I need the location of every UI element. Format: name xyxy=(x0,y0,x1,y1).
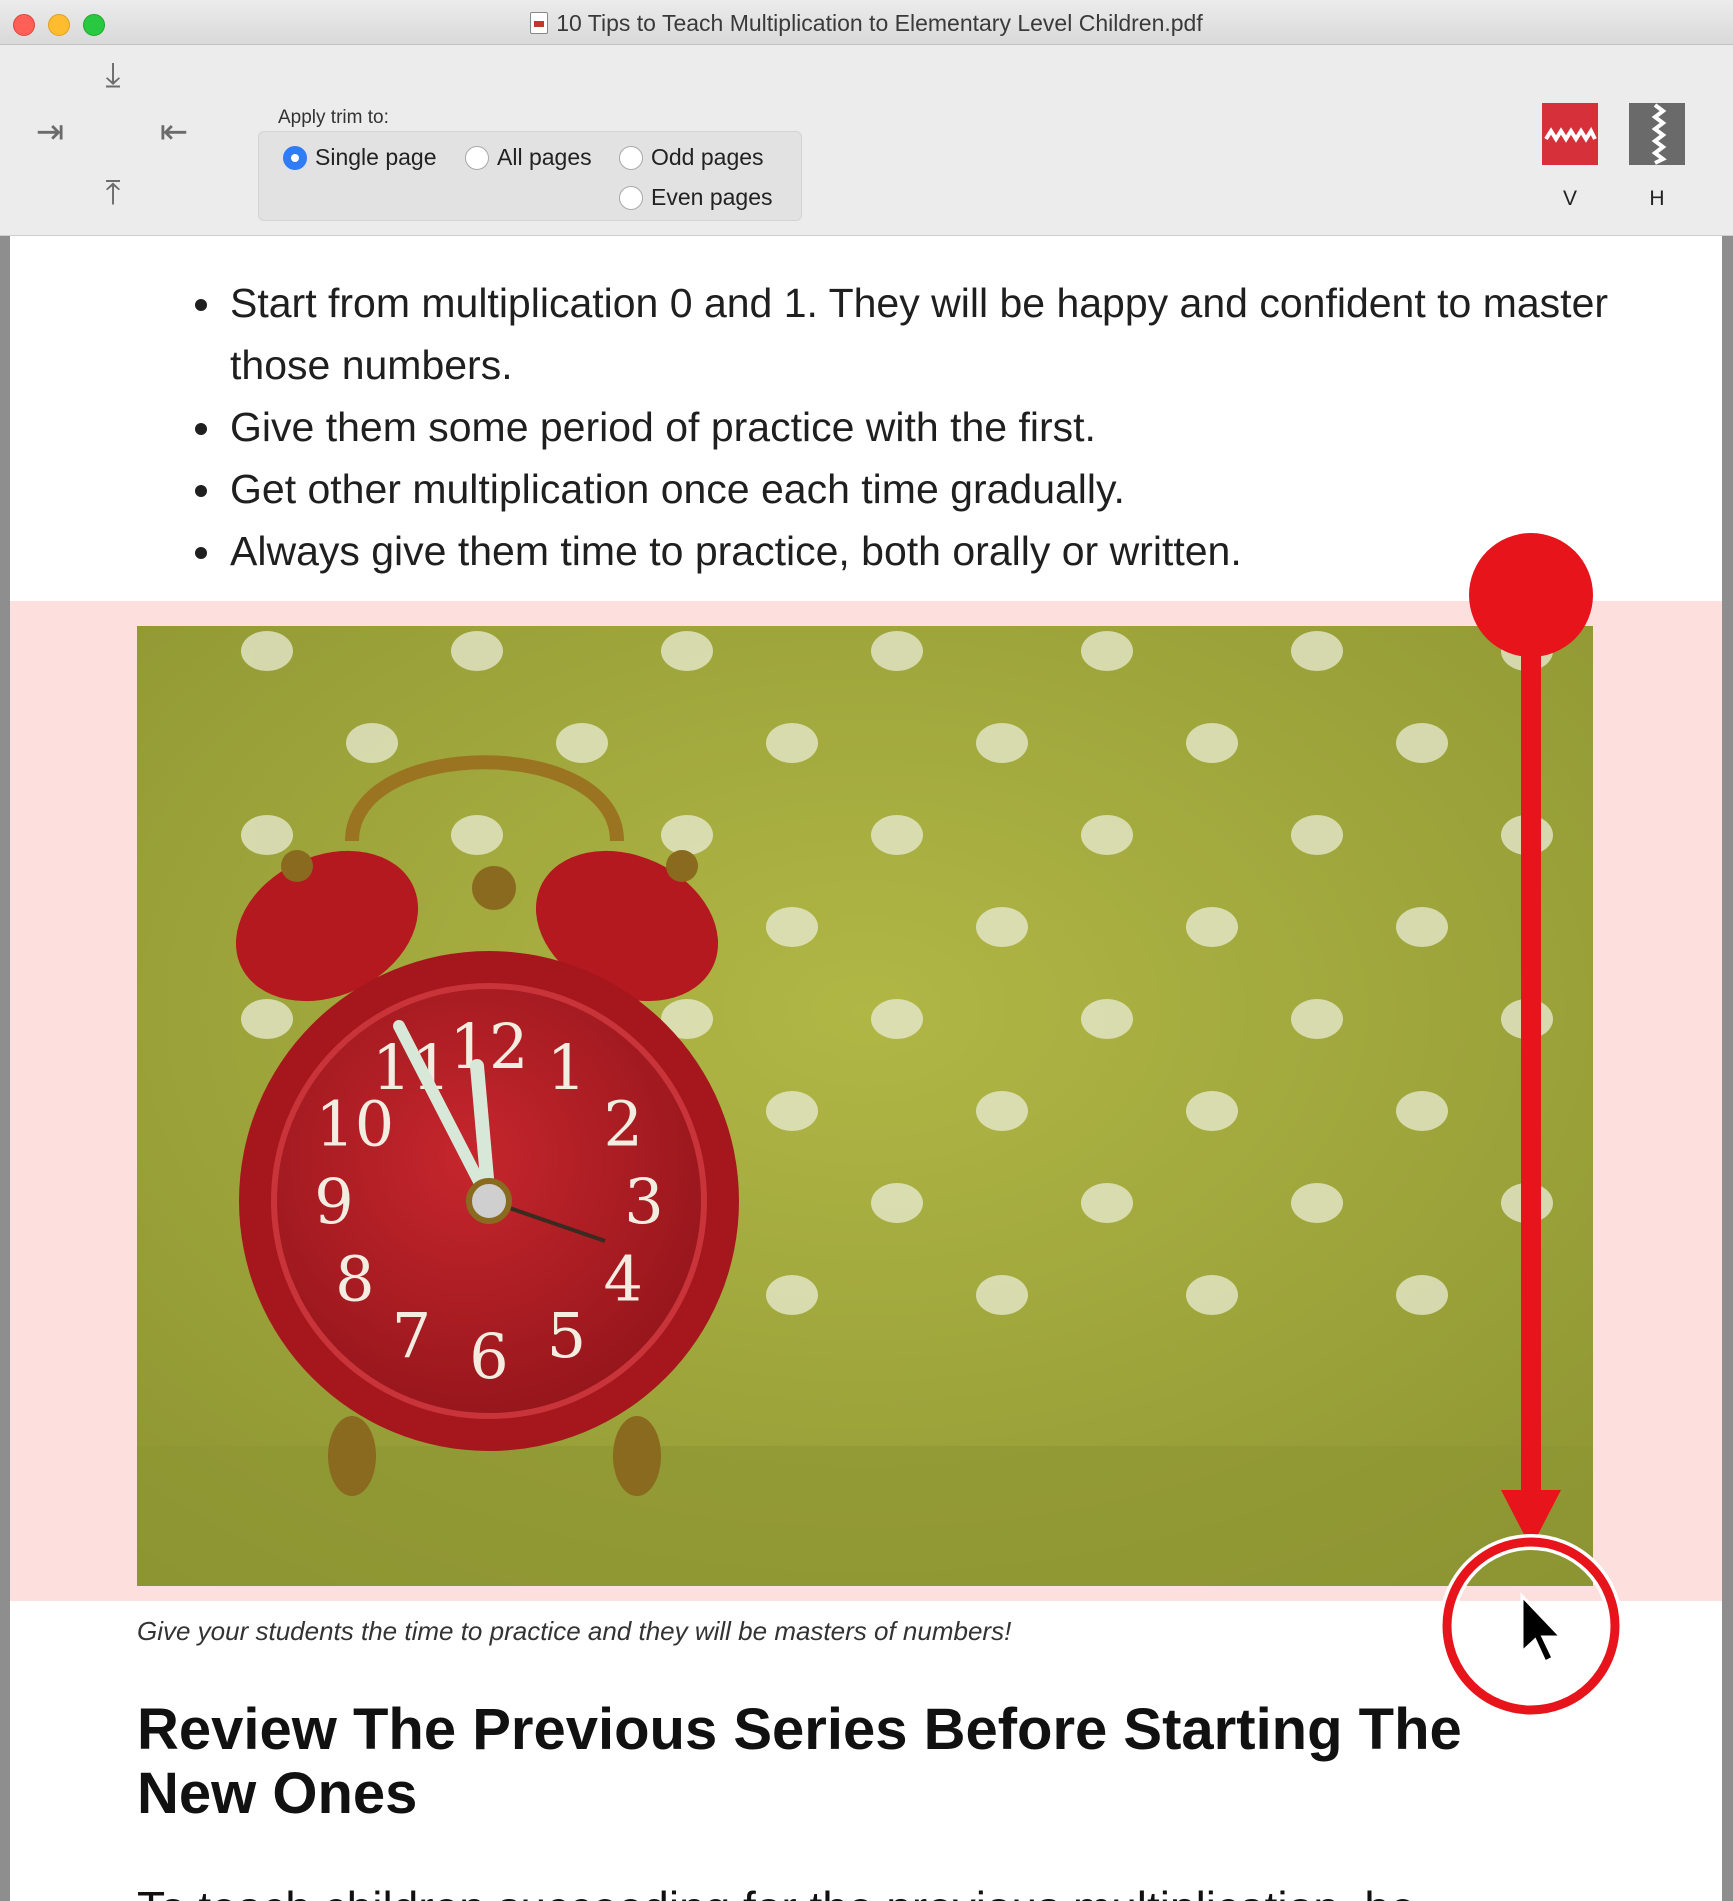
radio-unselected-icon xyxy=(619,145,643,170)
polka-dot xyxy=(766,907,818,947)
trim-bottom-edge-icon[interactable]: ⤒ xyxy=(89,169,137,217)
trim-left-edge-icon[interactable]: ⇥ xyxy=(26,108,74,156)
radio-label: Even pages xyxy=(651,184,773,210)
list-item: Always give them time to practice, both … xyxy=(226,520,1626,582)
list-item: Start from multiplication 0 and 1. They … xyxy=(226,272,1626,396)
polka-dot xyxy=(661,815,713,855)
polka-dot xyxy=(1291,1183,1343,1223)
polka-dot xyxy=(1186,1091,1238,1131)
clock-numeral: 3 xyxy=(624,1165,663,1238)
polka-dot xyxy=(871,631,923,671)
section-heading: Review The Previous Series Before Starti… xyxy=(137,1697,1462,1826)
clock-numeral: 1 xyxy=(547,1031,586,1104)
radio-single-page[interactable]: Single page xyxy=(283,144,437,171)
polka-dot xyxy=(1186,907,1238,947)
polka-dot xyxy=(1501,815,1553,855)
radio-unselected-icon xyxy=(465,145,489,170)
radio-label: All pages xyxy=(497,144,592,170)
radio-unselected-icon xyxy=(619,185,643,210)
title-bar: 10 Tips to Teach Multiplication to Eleme… xyxy=(0,0,1733,45)
polka-dot xyxy=(1501,1183,1553,1223)
radio-selected-icon xyxy=(283,145,307,170)
clock-numeral: 6 xyxy=(469,1320,508,1393)
polka-dot xyxy=(1396,907,1448,947)
clock-numeral: 7 xyxy=(392,1299,431,1372)
apply-trim-options: Single page All pages Odd pages Even pag… xyxy=(258,131,802,221)
polka-dot xyxy=(241,999,293,1039)
polka-dot xyxy=(766,1091,818,1131)
mode-v-label: V xyxy=(1562,187,1577,210)
horizontal-cut-mode-button[interactable] xyxy=(1629,103,1685,165)
polka-dot xyxy=(1291,999,1343,1039)
polka-dot xyxy=(976,723,1028,763)
tips-bullet-list: Start from multiplication 0 and 1. They … xyxy=(180,272,1626,582)
cut-off-paragraph: To teach children succeeding for the pre… xyxy=(137,1876,1587,1901)
polka-dot xyxy=(766,1275,818,1315)
list-item: Give them some period of practice with t… xyxy=(226,396,1626,458)
polka-dot xyxy=(346,723,398,763)
apply-trim-label: Apply trim to: xyxy=(278,107,389,128)
trim-right-edge-icon[interactable]: ⇤ xyxy=(150,108,198,156)
polka-dot xyxy=(1501,631,1553,671)
radio-label: Odd pages xyxy=(651,144,764,170)
alarm-clock-illustration: 123456789101112 xyxy=(137,626,1593,1586)
polka-dot xyxy=(1186,1275,1238,1315)
polka-dot xyxy=(976,907,1028,947)
polka-dot xyxy=(451,815,503,855)
clock-numeral: 4 xyxy=(603,1243,642,1316)
polka-dot xyxy=(976,1275,1028,1315)
clock-numeral: 9 xyxy=(314,1165,353,1238)
clock-numeral: 2 xyxy=(603,1088,642,1161)
window-title: 10 Tips to Teach Multiplication to Eleme… xyxy=(0,10,1733,37)
polka-dot xyxy=(976,1091,1028,1131)
polka-dot xyxy=(871,999,923,1039)
pdf-page-view[interactable]: Start from multiplication 0 and 1. They … xyxy=(0,236,1733,1901)
alarm-clock-photo: 1 2 3 4 5 6 7 8 9 10 11 12 xyxy=(137,626,1593,1586)
polka-dot xyxy=(241,815,293,855)
clock-numeral: 5 xyxy=(547,1299,586,1372)
image-caption: Give your students the time to practice … xyxy=(137,1616,1012,1646)
radio-odd-pages[interactable]: Odd pages xyxy=(619,144,764,171)
polka-dot xyxy=(1396,723,1448,763)
polka-dot xyxy=(871,1183,923,1223)
radio-even-pages[interactable]: Even pages xyxy=(619,184,772,211)
radio-label: Single page xyxy=(315,144,437,170)
trim-top-edge-icon[interactable]: ⤓ xyxy=(89,51,137,99)
mode-h-label: H xyxy=(1649,187,1665,210)
trim-toolbar: ⤓ ⇥ ⇤ ⤒ Apply trim to: Single page All p… xyxy=(0,45,1733,236)
polka-dot xyxy=(451,631,503,671)
list-item: Get other multiplication once each time … xyxy=(226,458,1626,520)
page-edge-right xyxy=(1722,236,1733,1901)
radio-all-pages[interactable]: All pages xyxy=(465,144,592,171)
polka-dot xyxy=(1291,631,1343,671)
polka-dot xyxy=(556,723,608,763)
polka-dot xyxy=(1291,815,1343,855)
polka-dot xyxy=(661,631,713,671)
page-edge-left xyxy=(0,236,10,1901)
polka-dot xyxy=(1396,1091,1448,1131)
polka-dot xyxy=(1081,631,1133,671)
clock-numeral: 8 xyxy=(335,1243,374,1316)
polka-dot xyxy=(1396,1275,1448,1315)
vertical-cut-mode-button[interactable] xyxy=(1542,103,1598,165)
polka-dot xyxy=(1081,999,1133,1039)
polka-dot xyxy=(241,631,293,671)
polka-dot xyxy=(1501,999,1553,1039)
pdf-document-icon xyxy=(530,12,549,34)
polka-dot xyxy=(1081,815,1133,855)
polka-dot xyxy=(1186,723,1238,763)
clock-numeral: 12 xyxy=(450,1010,529,1083)
polka-dot xyxy=(766,723,818,763)
window-title-text: 10 Tips to Teach Multiplication to Eleme… xyxy=(556,10,1203,36)
polka-dot xyxy=(871,815,923,855)
polka-dot xyxy=(1081,1183,1133,1223)
